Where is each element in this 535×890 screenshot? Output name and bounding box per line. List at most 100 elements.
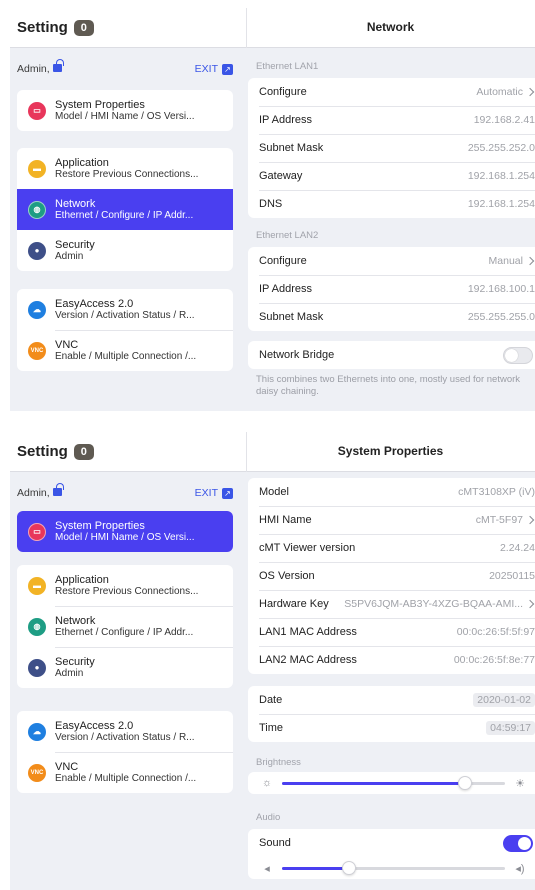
- chevron-right-icon: [525, 256, 535, 266]
- volume-slider[interactable]: [282, 860, 505, 875]
- row-label: Time: [259, 722, 284, 734]
- row-label: DNS: [259, 198, 283, 210]
- sidebar-item-application[interactable]: ▬ Application Restore Previous Connection…: [17, 565, 233, 606]
- time-value[interactable]: 04:59:17: [486, 721, 535, 735]
- application-icon: ▬: [28, 576, 46, 595]
- sidebar-item-system-properties[interactable]: ▭ System Properties Model / HMI Name / OS…: [17, 90, 233, 131]
- chevron-right-icon: [525, 515, 535, 525]
- chevron-right-icon: [525, 599, 535, 609]
- row-value: 192.168.2.41: [473, 114, 535, 126]
- row-label: Subnet Mask: [259, 142, 324, 154]
- row-label: cMT Viewer version: [259, 542, 356, 554]
- sidebar-item-network[interactable]: ◍ Network Ethernet / Configure / IP Addr.…: [17, 606, 233, 647]
- security-user-icon: ●: [28, 241, 46, 260]
- network-bridge-row: Network Bridge: [248, 341, 535, 369]
- sound-toggle[interactable]: [503, 834, 533, 852]
- row-label: Network Bridge: [259, 349, 335, 361]
- time-row[interactable]: Time 04:59:17: [248, 714, 535, 742]
- lan1-gateway-row: Gateway 192.168.1.254: [248, 162, 535, 190]
- hmi-name-row[interactable]: HMI Name cMT-5F97: [248, 506, 535, 534]
- item-title: Network: [55, 614, 96, 627]
- user-name: Admin,: [17, 487, 50, 499]
- item-title: Application: [55, 156, 109, 169]
- exit-label: EXIT: [194, 63, 218, 75]
- volume-knob[interactable]: [341, 860, 356, 875]
- item-subtitle: Model / HMI Name / OS Versi...: [55, 531, 195, 543]
- lan2-section-label: Ethernet LAN2: [256, 230, 319, 241]
- datetime-group: Date 2020-01-02 Time 04:59:17: [248, 686, 535, 742]
- model-row: Model cMT3108XP (iV): [248, 478, 535, 506]
- setting-title: Setting 0: [17, 443, 94, 460]
- chevron-right-icon: [525, 87, 535, 97]
- sidebar-item-security[interactable]: ● Security Admin: [17, 647, 233, 688]
- item-subtitle: Restore Previous Connections...: [55, 585, 199, 597]
- notification-badge[interactable]: 0: [73, 443, 94, 460]
- date-row[interactable]: Date 2020-01-02: [248, 686, 535, 714]
- sidebar-item-security[interactable]: ● Security Admin: [17, 230, 233, 271]
- lan1-section-label: Ethernet LAN1: [256, 61, 319, 72]
- row-label: Gateway: [259, 170, 303, 182]
- item-title: System Properties: [55, 519, 145, 532]
- row-label: LAN2 MAC Address: [259, 654, 357, 666]
- menu-group-1: ▭ System Properties Model / HMI Name / OS…: [17, 511, 233, 552]
- item-subtitle: Version / Activation Status / R...: [55, 731, 195, 743]
- exit-button[interactable]: EXIT ↗: [195, 63, 233, 75]
- row-label: HMI Name: [259, 514, 312, 526]
- brightness-high-icon: ☀: [515, 777, 525, 790]
- exit-button[interactable]: EXIT ↗: [195, 487, 233, 499]
- network-settings-screen: Setting 0 Network Admin, EXIT ↗ ▭ System…: [10, 8, 535, 411]
- brightness-knob[interactable]: [457, 775, 472, 790]
- lan1-configure-row[interactable]: Configure Automatic: [248, 78, 535, 106]
- unlock-icon[interactable]: [52, 483, 64, 496]
- vnc-icon: VNC: [28, 341, 46, 360]
- row-label: Sound: [259, 837, 291, 849]
- menu-group-2: ▬ Application Restore Previous Connection…: [17, 565, 233, 688]
- network-globe-icon: ◍: [28, 617, 46, 636]
- notification-badge[interactable]: 0: [73, 19, 94, 36]
- menu-group-3: ☁ EasyAccess 2.0 Version / Activation Sta…: [17, 289, 233, 371]
- lan1-dns-row: DNS 192.168.1.254: [248, 190, 535, 218]
- setting-title: Setting 0: [17, 19, 94, 36]
- date-value[interactable]: 2020-01-02: [473, 693, 535, 707]
- sidebar-item-network[interactable]: ◍ Network Ethernet / Configure / IP Addr.…: [17, 189, 233, 230]
- os-version-row: OS Version 20250115: [248, 562, 535, 590]
- vnc-icon: VNC: [28, 763, 46, 782]
- brightness-group: ☼ ☀: [248, 772, 535, 794]
- sidebar-item-vnc[interactable]: VNC VNC Enable / Multiple Connection /...: [17, 330, 233, 371]
- network-bridge-toggle[interactable]: [503, 346, 533, 364]
- sidebar-item-application[interactable]: ▬ Application Restore Previous Connection…: [17, 148, 233, 189]
- menu-group-1: ▭ System Properties Model / HMI Name / OS…: [17, 90, 233, 131]
- row-label: IP Address: [259, 114, 312, 126]
- audio-section-label: Audio: [256, 812, 281, 823]
- user-name: Admin,: [17, 63, 50, 75]
- brightness-slider[interactable]: [282, 775, 505, 790]
- item-title: Network: [55, 197, 96, 210]
- brightness-section-label: Brightness: [256, 757, 301, 768]
- sidebar-item-easyaccess[interactable]: ☁ EasyAccess 2.0 Version / Activation Sta…: [17, 289, 233, 330]
- menu-group-3: ☁ EasyAccess 2.0 Version / Activation Sta…: [17, 711, 233, 793]
- user-row: Admin, EXIT ↗: [17, 59, 233, 75]
- row-value: 192.168.1.254: [467, 198, 535, 210]
- row-value: Manual: [488, 255, 523, 267]
- row-value: 00:0c:26:5f:8e:77: [453, 654, 535, 666]
- sidebar-item-vnc[interactable]: VNC VNC Enable / Multiple Connection /...: [17, 752, 233, 793]
- row-label: LAN1 MAC Address: [259, 626, 357, 638]
- setting-title-text: Setting: [17, 19, 68, 36]
- sidebar-item-system-properties[interactable]: ▭ System Properties Model / HMI Name / OS…: [17, 511, 233, 552]
- row-label: Configure: [259, 86, 307, 98]
- setting-title-text: Setting: [17, 443, 68, 460]
- audio-group: Sound ◂ ◂): [248, 829, 535, 879]
- sidebar-item-easyaccess[interactable]: ☁ EasyAccess 2.0 Version / Activation Sta…: [17, 711, 233, 752]
- volume-high-icon: ◂): [515, 862, 525, 875]
- bridge-note: This combines two Ethernets into one, mo…: [256, 374, 521, 397]
- top-bar: Setting 0 Network: [10, 8, 535, 48]
- lan2-configure-row[interactable]: Configure Manual: [248, 247, 535, 275]
- hardware-key-row[interactable]: Hardware Key S5PV6JQM-AB3Y-4XZG-BQAA-AMI…: [248, 590, 535, 618]
- unlock-icon[interactable]: [52, 59, 64, 72]
- lan1-mac-row: LAN1 MAC Address 00:0c:26:5f:5f:97: [248, 618, 535, 646]
- row-value: cMT3108XP (iV): [458, 486, 535, 498]
- item-title: EasyAccess 2.0: [55, 297, 134, 310]
- brightness-slider-row: ☼ ☀: [248, 772, 535, 794]
- row-label: Hardware Key: [259, 598, 329, 610]
- item-subtitle: Version / Activation Status / R...: [55, 309, 195, 321]
